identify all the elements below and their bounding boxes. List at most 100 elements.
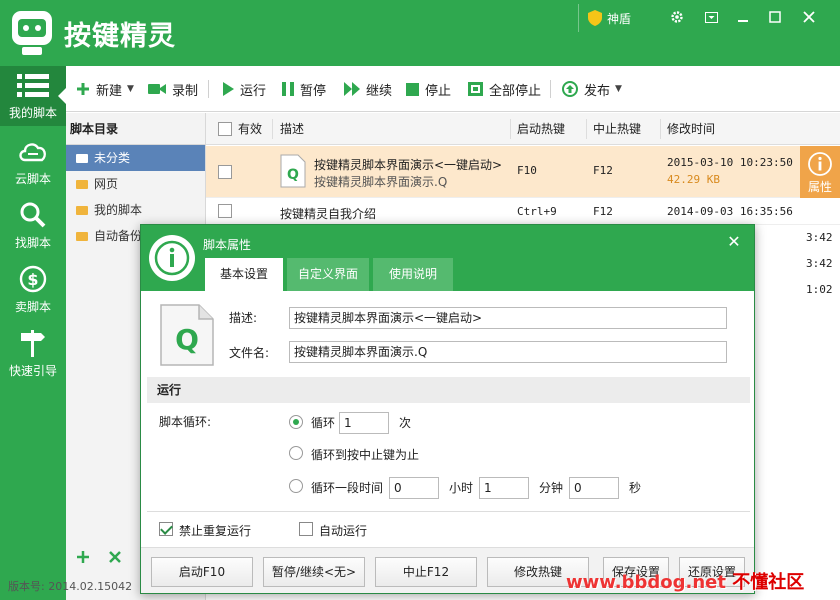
dialog-info-icon xyxy=(149,235,195,281)
table-row[interactable]: Q 按键精灵脚本界面演示<一键启动> 按键精灵脚本界面演示.Q F10 F12 … xyxy=(206,146,840,198)
nav-find-scripts[interactable]: 找脚本 xyxy=(0,196,66,256)
minimize-icon[interactable] xyxy=(730,6,756,28)
loop-label: 脚本循环: xyxy=(159,415,212,429)
column-start-hotkey[interactable]: 启动热键 xyxy=(517,113,565,145)
loop-count-input[interactable]: 1 xyxy=(339,412,389,434)
minutes-unit: 分钟 xyxy=(539,481,564,495)
delete-folder-x-icon[interactable] xyxy=(108,550,122,564)
folder-label: 未分类 xyxy=(94,151,131,165)
settings-gear-icon[interactable] xyxy=(664,6,690,28)
filename-input[interactable]: 按键精灵脚本界面演示.Q xyxy=(289,341,727,363)
maximize-icon[interactable] xyxy=(762,6,788,28)
dialog-header: 脚本属性 ✕ 基本设置 自定义界面 使用说明 xyxy=(141,225,754,291)
row-file-size: 42.29 KB xyxy=(667,173,720,186)
folder-icon xyxy=(76,179,88,189)
pause-resume-button[interactable]: 暂停/继续<无> xyxy=(263,557,365,587)
row-start-hotkey: F10 xyxy=(517,164,537,177)
pause-icon xyxy=(282,82,294,96)
row-checkbox[interactable] xyxy=(218,165,232,179)
watermark-url: www.bbdog.net xyxy=(566,572,726,593)
hours-input[interactable]: 0 xyxy=(389,477,439,499)
nav-cloud-scripts[interactable]: 云脚本 xyxy=(0,132,66,192)
seconds-unit: 秒 xyxy=(629,481,642,495)
run-button[interactable]: 运行 xyxy=(222,79,266,99)
titlebar-divider xyxy=(578,4,579,32)
add-folder-plus-icon[interactable] xyxy=(76,550,90,564)
loop-count-radio[interactable] xyxy=(289,415,303,429)
row-modified-time: 2014-09-03 16:35:56 xyxy=(667,205,793,218)
column-divider xyxy=(660,119,661,139)
tree-header: 脚本目录 xyxy=(66,113,205,145)
row-start-hotkey: Ctrl+9 xyxy=(517,205,557,218)
seconds-input[interactable]: 0 xyxy=(569,477,619,499)
start-f10-button[interactable]: 启动F10 xyxy=(151,557,253,587)
folder-my-scripts[interactable]: 我的脚本 xyxy=(66,197,205,223)
menu-dropdown-icon[interactable] xyxy=(698,6,724,28)
column-valid[interactable]: 有效 xyxy=(238,113,262,145)
folder-label: 网页 xyxy=(94,177,119,191)
dialog-divider xyxy=(147,511,750,512)
stop-f12-button[interactable]: 中止F12 xyxy=(375,557,477,587)
record-button[interactable]: 录制 xyxy=(148,79,198,99)
auto-run-checkbox[interactable] xyxy=(299,522,313,536)
shield-label[interactable]: 神盾 xyxy=(607,10,631,27)
description-input[interactable]: 按键精灵脚本界面演示<一键启动> xyxy=(289,307,727,329)
row-modified-time-partial: 1:02 xyxy=(806,283,833,296)
row-description: 按键精灵脚本界面演示<一键启动> xyxy=(314,158,503,172)
pause-button[interactable]: 暂停 xyxy=(282,79,326,99)
folder-icon xyxy=(76,153,88,163)
no-repeat-checkbox[interactable] xyxy=(159,522,173,536)
tab-usage-guide[interactable]: 使用说明 xyxy=(373,258,453,291)
column-stop-hotkey[interactable]: 中止热键 xyxy=(593,113,641,145)
loop-until-stop-radio[interactable] xyxy=(289,446,303,460)
version-label: 版本号: 2014.02.15042 xyxy=(8,580,133,593)
stop-label: 停止 xyxy=(425,83,452,99)
close-icon[interactable] xyxy=(796,6,822,28)
column-divider xyxy=(510,119,511,139)
watermark: www.bbdog.net 不懂社区 xyxy=(566,568,804,594)
active-indicator xyxy=(58,88,66,104)
loop-until-stop-label: 循环到按中止键为止 xyxy=(311,448,420,462)
robot-logo-icon xyxy=(12,11,52,55)
stop-all-button[interactable]: 全部停止 xyxy=(468,79,541,99)
script-properties-dialog: 脚本属性 ✕ 基本设置 自定义界面 使用说明 Q 描述: 按键精灵脚本界面演示<… xyxy=(140,224,755,594)
resume-button[interactable]: 继续 xyxy=(344,79,392,99)
shield-icon[interactable] xyxy=(588,10,602,26)
folder-uncategorized[interactable]: 未分类 xyxy=(66,145,205,171)
nav-sell-scripts[interactable]: $ 卖脚本 xyxy=(0,260,66,320)
info-icon xyxy=(808,152,832,176)
nav-label: 我的脚本 xyxy=(8,106,57,120)
stop-button[interactable]: 停止 xyxy=(406,79,451,99)
properties-button[interactable]: 属性 xyxy=(800,146,840,198)
table-row[interactable]: 按键精灵自我介绍 Ctrl+9 F12 2014-09-03 16:35:56 xyxy=(206,199,840,225)
select-all-checkbox[interactable] xyxy=(218,122,232,136)
description-label: 描述: xyxy=(229,311,258,325)
tab-custom-ui[interactable]: 自定义界面 xyxy=(287,258,369,291)
camera-icon xyxy=(148,83,166,95)
folder-icon xyxy=(76,205,88,215)
column-description[interactable]: 描述 xyxy=(280,113,304,145)
row-modified-time-partial: 3:42 xyxy=(806,257,833,270)
properties-label: 属性 xyxy=(807,180,832,194)
nav-quick-guide[interactable]: 快速引导 xyxy=(0,324,66,384)
stop-all-icon xyxy=(468,82,483,96)
loop-duration-radio[interactable] xyxy=(289,479,303,493)
new-button[interactable]: 新建 ▼ xyxy=(76,79,134,99)
row-checkbox[interactable] xyxy=(218,204,232,218)
nav-my-scripts[interactable]: 我的脚本 xyxy=(0,66,66,126)
dialog-close-icon[interactable]: ✕ xyxy=(725,233,743,251)
dialog-title: 脚本属性 xyxy=(203,238,252,252)
fast-forward-icon xyxy=(344,82,360,96)
minutes-input[interactable]: 1 xyxy=(479,477,529,499)
loop-duration-label: 循环一段时间 xyxy=(311,481,384,495)
stop-icon xyxy=(406,82,419,96)
publish-button[interactable]: 发布 ▼ xyxy=(562,79,622,99)
resume-label: 继续 xyxy=(366,83,393,99)
folder-web[interactable]: 网页 xyxy=(66,171,205,197)
new-label: 新建 xyxy=(96,83,123,99)
loop-count-label: 循环 xyxy=(311,416,336,430)
column-modified-time[interactable]: 修改时间 xyxy=(667,113,715,145)
folder-label: 我的脚本 xyxy=(94,203,143,217)
row-modified-time: 2015-03-10 10:23:50 xyxy=(667,156,793,169)
tab-basic-settings[interactable]: 基本设置 xyxy=(205,258,283,291)
